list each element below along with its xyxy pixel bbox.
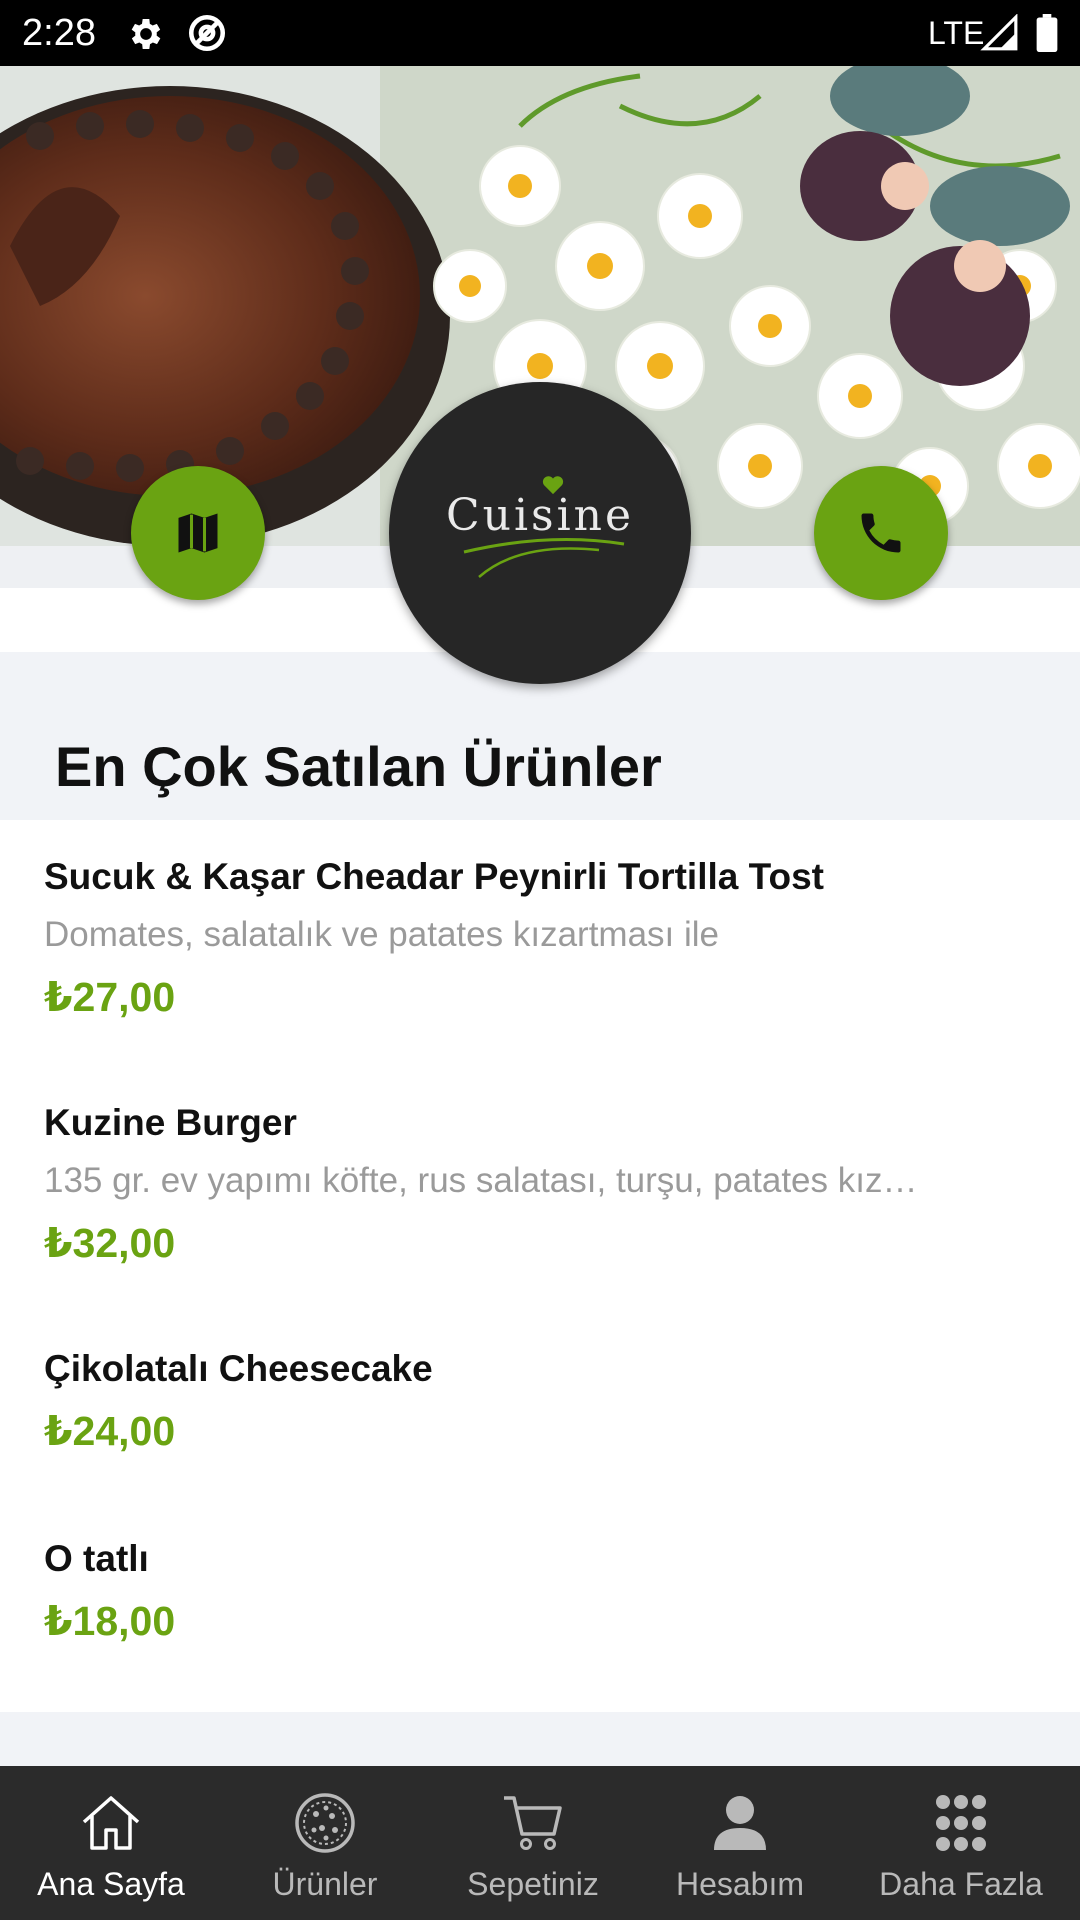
- nav-item-products[interactable]: Ürünler: [222, 1766, 428, 1920]
- product-price: ₺18,00: [44, 1598, 176, 1644]
- section-title: En Çok Satılan Ürünler: [55, 735, 662, 798]
- settings-gear-icon: [131, 19, 161, 49]
- best-sellers-list: Sucuk & Kaşar Cheadar Peynirli Tortilla …: [0, 820, 1080, 1712]
- map-button[interactable]: [131, 466, 265, 600]
- product-description: Domates, salatalık ve patates kızartması…: [44, 915, 719, 954]
- nav-item-cart[interactable]: Sepetiniz: [428, 1766, 638, 1920]
- product-description: 135 gr. ev yapımı köfte, rus salatası, t…: [44, 1161, 924, 1200]
- pizza-icon: [295, 1793, 355, 1853]
- nav-label: Daha Fazla: [879, 1866, 1043, 1902]
- map-icon: [178, 513, 218, 553]
- heart-icon: [542, 476, 564, 495]
- home-icon: [82, 1796, 140, 1850]
- signal-icon: [980, 14, 1018, 51]
- nav-label: Hesabım: [675, 1866, 805, 1902]
- call-button[interactable]: [814, 466, 948, 600]
- product-item[interactable]: Sucuk & Kaşar Cheadar Peynirli Tortilla …: [44, 854, 1044, 1022]
- data-saver-icon: [188, 14, 226, 52]
- user-icon: [714, 1796, 766, 1850]
- product-item[interactable]: O tatlı ₺18,00: [44, 1536, 1044, 1646]
- logo-swoosh: [463, 538, 625, 578]
- product-name: Sucuk & Kaşar Cheadar Peynirli Tortilla …: [44, 856, 824, 897]
- restaurant-logo: Cuisine: [389, 382, 691, 684]
- product-name: Çikolatalı Cheesecake: [44, 1348, 433, 1389]
- nav-item-account[interactable]: Hesabım: [638, 1766, 842, 1920]
- product-price: ₺27,00: [44, 974, 176, 1020]
- nav-label: Ana Sayfa: [37, 1866, 185, 1902]
- status-time: 2:28: [22, 12, 96, 54]
- cart-icon: [504, 1796, 562, 1850]
- product-name: Kuzine Burger: [44, 1102, 297, 1143]
- nav-label: Ürünler: [272, 1866, 378, 1902]
- product-item[interactable]: Kuzine Burger 135 gr. ev yapımı köfte, r…: [44, 1100, 1044, 1268]
- network-type: LTE: [928, 15, 985, 51]
- nav-item-more[interactable]: Daha Fazla: [842, 1766, 1080, 1920]
- grid-icon: [936, 1795, 986, 1851]
- product-price: ₺32,00: [44, 1220, 176, 1266]
- bottom-navigation: Ana Sayfa Ürünler Sepetiniz Hesabım Daha…: [0, 1766, 1080, 1920]
- battery-icon: [1036, 14, 1058, 52]
- status-bar: 2:28 LTE: [0, 0, 1080, 66]
- product-price: ₺24,00: [44, 1408, 176, 1454]
- nav-item-home[interactable]: Ana Sayfa: [0, 1766, 222, 1920]
- phone-icon: [861, 513, 901, 553]
- nav-label: Sepetiniz: [467, 1866, 599, 1902]
- product-name: O tatlı: [44, 1538, 149, 1579]
- product-item[interactable]: Çikolatalı Cheesecake ₺24,00: [44, 1346, 1044, 1456]
